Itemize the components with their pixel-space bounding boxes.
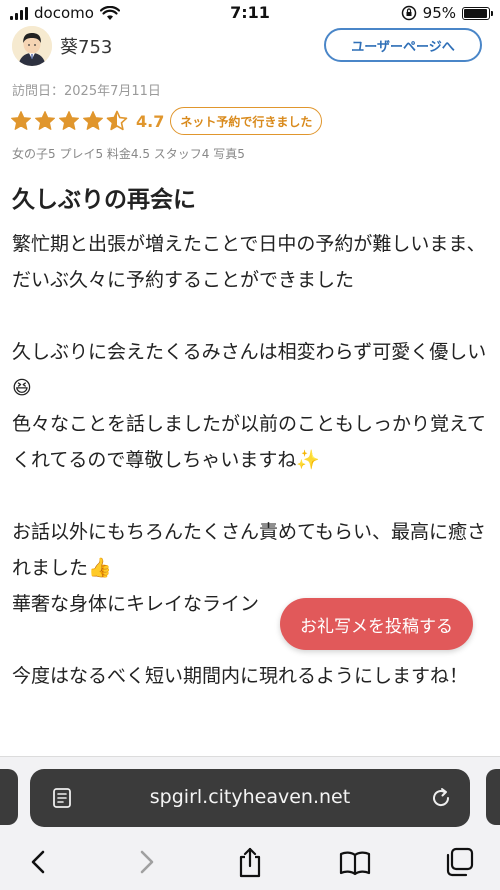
reload-icon[interactable] <box>428 785 454 811</box>
star-icon <box>35 111 55 130</box>
address-bar[interactable]: spgirl.cityheaven.net <box>30 769 470 827</box>
user-page-button[interactable]: ユーザーページへ <box>324 28 482 62</box>
star-icon <box>83 111 103 130</box>
star-icon <box>11 111 31 130</box>
avatar-illustration <box>12 26 52 66</box>
sub-ratings: 女の子5 プレイ5 料金4.5 スタッフ4 写真5 <box>12 147 245 161</box>
url-text[interactable]: spgirl.cityheaven.net <box>30 786 470 808</box>
tabs-icon[interactable] <box>442 845 476 879</box>
half-star-icon <box>106 110 128 131</box>
star-rating <box>10 110 128 132</box>
forward-icon[interactable] <box>129 845 163 879</box>
visit-date: 訪問日：2025年7月11日 <box>12 84 161 99</box>
rating-row: 4.7 ネット予約で行きました <box>10 106 323 136</box>
battery-percent: 95% <box>422 4 456 22</box>
previous-tab-preview[interactable] <box>0 769 18 825</box>
battery-icon <box>462 6 493 20</box>
back-icon[interactable] <box>22 845 56 879</box>
status-bar: docomo 7:11 95% <box>0 0 500 26</box>
next-tab-preview[interactable] <box>486 769 500 825</box>
share-icon[interactable] <box>233 845 267 879</box>
orientation-lock-icon <box>401 5 416 21</box>
bookmarks-icon[interactable] <box>338 845 372 879</box>
user-name[interactable]: 葵753 <box>60 33 112 59</box>
status-right: 95% <box>401 4 493 22</box>
reservation-badge: ネット予約で行きました <box>170 107 323 135</box>
browser-toolbar: spgirl.cityheaven.net <box>0 756 500 890</box>
rating-value: 4.7 <box>136 111 165 131</box>
avatar[interactable] <box>12 26 52 66</box>
post-thank-you-photo-button[interactable]: お礼写メを投稿する <box>280 598 473 650</box>
star-icon <box>59 111 79 130</box>
review-title: 久しぶりの再会に <box>12 187 196 213</box>
